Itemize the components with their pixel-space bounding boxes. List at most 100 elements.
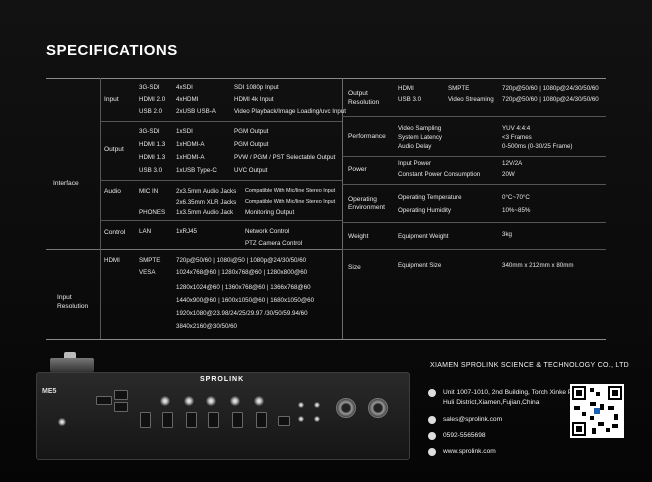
output-c3: PVW / PGM / PST Selectable Output: [234, 154, 336, 161]
input-c2: 4xSDI: [176, 84, 193, 91]
input-resolution-label: Input: [57, 294, 72, 301]
smpte-value: 720p@50/60 | 1080i@50 | 1080p@24/30/50/6…: [176, 257, 307, 264]
control-c2: 1xRJ45: [176, 228, 197, 235]
vesa-value: 1920x1080@23.98/24/25/29.97 /30/50/59.94…: [176, 310, 308, 317]
outres-c2: SMPTE: [448, 85, 470, 92]
audio-c1: PHONES: [139, 209, 166, 216]
input-c1: HDMI 2.0: [139, 96, 166, 103]
environment-key: Operating Humidity: [398, 207, 451, 214]
input-c1: 3G-SDI: [139, 84, 160, 91]
xlr-jack-icon: [336, 398, 356, 418]
environment-value: 10%~85%: [502, 207, 531, 214]
audio-c3: Compatible With Mic/line Stereo Input: [245, 199, 336, 205]
output-c1: 3G-SDI: [139, 128, 160, 135]
power-label: Power: [348, 166, 367, 173]
hdmi-port-icon: [162, 412, 173, 428]
phone-number: 0592-5565698: [443, 432, 486, 439]
input-c2: 2xUSB USB-A: [176, 108, 216, 115]
audio-jack-icon: [298, 402, 304, 408]
hdmi-port-icon: [140, 412, 151, 428]
smpte-label: SMPTE: [139, 257, 161, 264]
input-c1: USB 2.0: [139, 108, 163, 115]
output-c3: PGM Output: [234, 128, 269, 135]
performance-value: 0-500ms (0-30/25 Frame): [502, 143, 573, 150]
sdi-bnc-icon: [184, 396, 194, 406]
output-c2: 1xSDI: [176, 128, 193, 135]
outres-c1: HDMI: [398, 85, 414, 92]
control-c3: PTZ Camera Control: [245, 240, 303, 247]
website-link[interactable]: www.sprolink.com: [443, 448, 496, 455]
audio-c2: 2x6.35mm XLR Jacks: [176, 199, 237, 206]
table-top-rule: [46, 78, 606, 79]
control-c3: Network Control: [245, 228, 290, 235]
power-value: 12V/2A: [502, 160, 523, 167]
environment-value: 0°C~70°C: [502, 194, 530, 201]
input-label: Input: [104, 96, 119, 103]
audio-c3: Monitoring Output: [245, 209, 295, 216]
outres-c3: 720p@50/60 | 1080p@24/30/50/60: [502, 85, 599, 92]
audio-c2: 1x3.5mm Audio Jack: [176, 209, 234, 216]
power-value: 20W: [502, 171, 515, 178]
environment-label: Environment: [348, 204, 386, 211]
email-link[interactable]: sales@sprolink.com: [443, 416, 502, 423]
power-key: Input Power: [398, 160, 432, 167]
page-title: SPECIFICATIONS: [46, 42, 178, 59]
audio-jack-icon: [298, 416, 304, 422]
performance-key: System Latency: [398, 134, 443, 141]
hdmi-port-icon: [208, 412, 219, 428]
environment-label: Operating: [348, 196, 377, 203]
audio-c1: MIC IN: [139, 188, 159, 195]
t-bar: [50, 358, 94, 372]
phone-icon: [428, 432, 440, 440]
address-line: Unit 1007-1010, 2nd Building, Torch Xink…: [443, 389, 587, 396]
performance-value: YUV 4:4:4: [502, 125, 531, 132]
device-rear-panel: [36, 372, 410, 460]
email-icon: [428, 416, 440, 424]
output-c3: UVC Output: [234, 167, 268, 174]
input-c3: SDI 1080p Input: [234, 84, 279, 91]
vesa-label: VESA: [139, 269, 156, 276]
input-c2: 4xHDMI: [176, 96, 199, 103]
qr-code: [570, 384, 624, 438]
audio-jack-icon: [314, 402, 320, 408]
outres-c3: 720p@50/60 | 1080p@24/30/50/60: [502, 96, 599, 103]
company-name: XIAMEN SPROLINK SCIENCE & TECHNOLOGY CO.…: [430, 362, 630, 369]
vesa-value: 1280x1024@60 | 1360x768@60 | 1366x768@60: [176, 284, 311, 291]
audio-label: Audio: [104, 188, 121, 195]
location-icon: [428, 389, 440, 397]
weight-key: Equipment Weight: [398, 233, 449, 240]
sdi-bnc-icon: [160, 396, 170, 406]
output-c2: 1xUSB Type-C: [176, 167, 217, 174]
hdmi-label: HDMI: [104, 257, 120, 264]
size-value: 340mm x 212mm x 80mm: [502, 262, 574, 269]
lan-port-icon: [96, 396, 112, 405]
output-c1: USB 3.0: [139, 167, 163, 174]
input-c3: HDMI 4k Input: [234, 96, 274, 103]
power-key: Constant Power Consumption: [398, 171, 481, 178]
environment-key: Operating Temperature: [398, 194, 462, 201]
performance-key: Audio Delay: [398, 143, 432, 150]
audio-c2: 2x3.5mm Audio Jacks: [176, 188, 237, 195]
sdi-bnc-icon: [254, 396, 264, 406]
column-divider: [342, 78, 343, 339]
size-label: Size: [348, 264, 361, 271]
weight-value: 3kg: [502, 231, 512, 238]
performance-label: Performance: [348, 133, 386, 140]
vesa-value: 1440x900@60 | 1600x1050@60 | 1680x1050@6…: [176, 297, 315, 304]
output-c1: HDMI 1.3: [139, 154, 166, 161]
weight-label: Weight: [348, 233, 369, 240]
vesa-value: 1024x768@60 | 1280x768@60 | 1280x800@60: [176, 269, 308, 276]
control-c1: LAN: [139, 228, 152, 235]
output-resolution-label: Resolution: [348, 99, 380, 106]
interface-label: Interface: [53, 180, 79, 187]
power-connector-icon: [58, 418, 66, 426]
outres-c2: Video Streaming: [448, 96, 494, 103]
performance-value: <3 Frames: [502, 134, 532, 141]
size-key: Equipment Size: [398, 262, 442, 269]
performance-key: Video Sampling: [398, 125, 442, 132]
output-c2: 1xHDMI-A: [176, 154, 205, 161]
sdi-bnc-icon: [206, 396, 216, 406]
hdmi-port-icon: [232, 412, 243, 428]
input-resolution-label: Resolution: [57, 303, 89, 310]
device-model: ME5: [42, 388, 57, 395]
